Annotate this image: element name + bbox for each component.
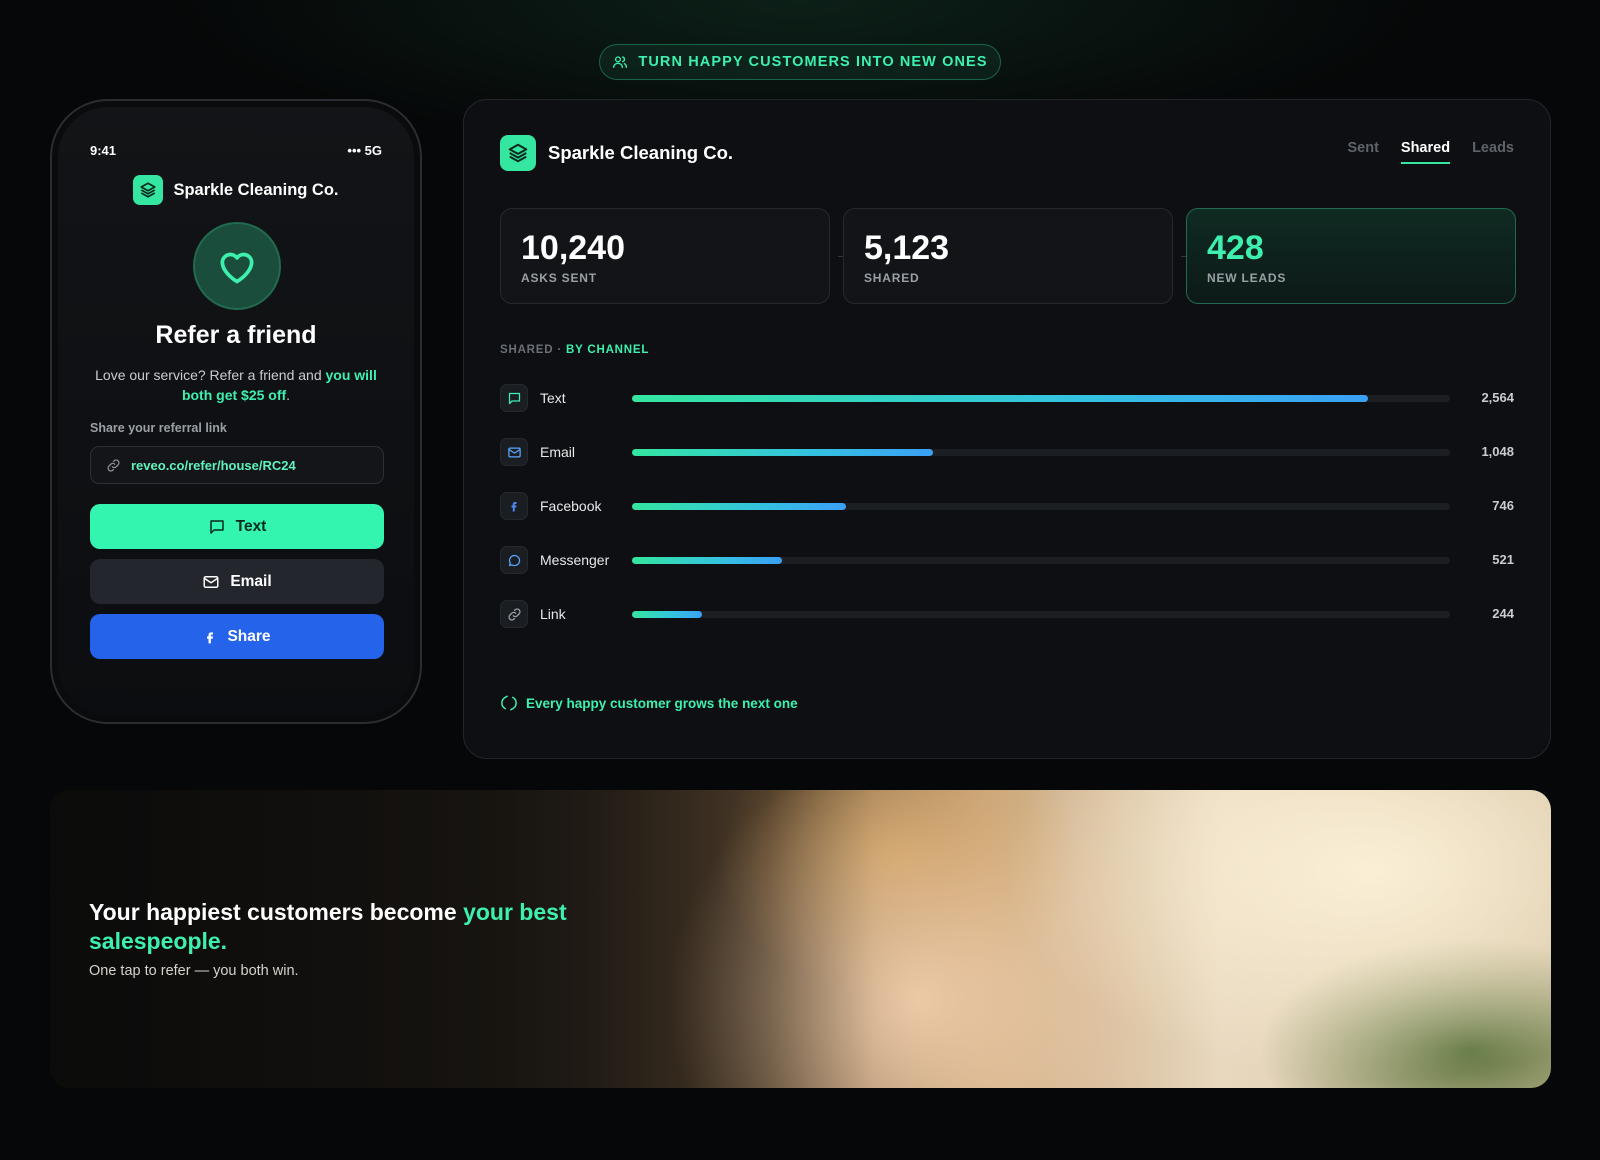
dashboard-footer: Every happy customer grows the next one [500, 694, 798, 712]
stat-label: NEW LEADS [1207, 271, 1287, 285]
channel-bar-fill [632, 395, 1369, 402]
channel-name: Email [540, 444, 576, 460]
banner-subtitle: One tap to refer — you both win. [89, 963, 299, 979]
stat-value: 5,123 [864, 229, 950, 267]
channel-row-link: Link 244 [500, 599, 1514, 629]
refresh-icon [500, 694, 518, 712]
channel-bar-track [632, 449, 1450, 456]
email-share-button[interactable]: Email [90, 559, 384, 604]
stat-card-shared: 5,123 SHARED [843, 208, 1173, 304]
banner-headline: Your happiest customers become your best… [89, 898, 609, 956]
text-button-label: Text [235, 517, 267, 535]
channel-row-facebook: Facebook 746 [500, 491, 1514, 521]
referral-dashboard: Sparkle Cleaning Co. Sent Shared Leads 1… [463, 99, 1551, 759]
heart-icon [193, 222, 281, 310]
top-tagline-text: TURN HAPPY CUSTOMERS INTO NEW ONES [638, 54, 988, 70]
dashboard-brand: Sparkle Cleaning Co. [500, 135, 733, 171]
facebook-icon [203, 629, 217, 645]
tab-leads[interactable]: Leads [1472, 140, 1514, 164]
layers-logo-icon [500, 135, 536, 171]
email-button-label: Email [230, 572, 272, 590]
phone-mockup: 9:41 ••• 5G Sparkle Cleaning Co. Refer a… [50, 99, 422, 724]
layers-logo-icon [133, 175, 164, 205]
message-square-icon [500, 384, 528, 412]
channel-bar-fill [632, 449, 933, 456]
refer-description: Love our service? Refer a friend and you… [88, 365, 384, 405]
channel-bar-track [632, 503, 1450, 510]
stat-value: 428 [1207, 229, 1264, 267]
link-icon [106, 458, 121, 473]
top-tagline-pill: TURN HAPPY CUSTOMERS INTO NEW ONES [599, 44, 1001, 80]
channel-value: 521 [1492, 552, 1514, 567]
stat-card-new-leads: 428 NEW LEADS [1186, 208, 1516, 304]
channel-bar-fill [632, 503, 847, 510]
message-circle-icon [500, 546, 528, 574]
stat-card-asks-sent: 10,240 ASKS SENT [500, 208, 830, 304]
stat-label: ASKS SENT [521, 271, 597, 285]
channel-name: Facebook [540, 498, 602, 514]
status-time: 9:41 [90, 143, 117, 158]
channel-bar-track [632, 557, 1450, 564]
hero-banner: Your happiest customers become your best… [50, 790, 1551, 1088]
referral-link-field[interactable]: reveo.co/refer/house/RC24 [90, 446, 384, 484]
referral-link-value: reveo.co/refer/house/RC24 [131, 457, 296, 473]
text-share-button[interactable]: Text [90, 504, 384, 549]
channel-bar-track [632, 611, 1450, 618]
referral-link-label: Share your referral link [90, 421, 227, 435]
channel-value: 746 [1492, 498, 1514, 513]
facebook-share-button[interactable]: Share [90, 614, 384, 659]
headline-text: Your happiest customers become [89, 899, 464, 925]
status-signal: ••• 5G [347, 143, 382, 158]
dashboard-brand-name: Sparkle Cleaning Co. [548, 142, 734, 163]
channel-value: 2,564 [1481, 390, 1514, 405]
channel-value: 1,048 [1481, 444, 1514, 459]
dashboard-tabs: Sent Shared Leads [1347, 140, 1514, 164]
channel-bar-fill [632, 557, 782, 564]
tab-shared[interactable]: Shared [1400, 140, 1451, 164]
share-button-label: Share [227, 627, 271, 645]
stat-value: 10,240 [521, 229, 625, 267]
tab-sent[interactable]: Sent [1347, 140, 1378, 164]
section-suffix: BY CHANNEL [566, 344, 650, 356]
channel-row-email: Email 1,048 [500, 437, 1514, 467]
link-icon [500, 600, 528, 628]
mail-icon [500, 438, 528, 466]
channel-bar-fill [632, 611, 703, 618]
channel-name: Messenger [540, 552, 610, 568]
section-prefix: SHARED [500, 344, 554, 356]
phone-brand-name: Sparkle Cleaning Co. [173, 180, 339, 199]
stat-label: SHARED [864, 271, 920, 285]
users-icon [612, 54, 628, 70]
channel-name: Text [540, 390, 566, 406]
mail-icon [202, 573, 220, 591]
channel-name: Link [540, 606, 566, 622]
channel-row-messenger: Messenger 521 [500, 545, 1514, 575]
desc-text: Love our service? Refer a friend and [95, 367, 326, 383]
phone-status-bar: 9:41 ••• 5G [90, 143, 382, 158]
phone-brand: Sparkle Cleaning Co. [52, 175, 420, 205]
facebook-icon [500, 492, 528, 520]
desc-suffix: . [286, 387, 291, 403]
refer-title: Refer a friend [155, 321, 317, 349]
section-header: SHARED · BY CHANNEL [500, 344, 650, 356]
channel-bar-track [632, 395, 1450, 402]
message-square-icon [208, 518, 226, 536]
channel-row-text: Text 2,564 [500, 383, 1514, 413]
channel-value: 244 [1492, 606, 1514, 621]
footer-text: Every happy customer grows the next one [526, 695, 798, 711]
